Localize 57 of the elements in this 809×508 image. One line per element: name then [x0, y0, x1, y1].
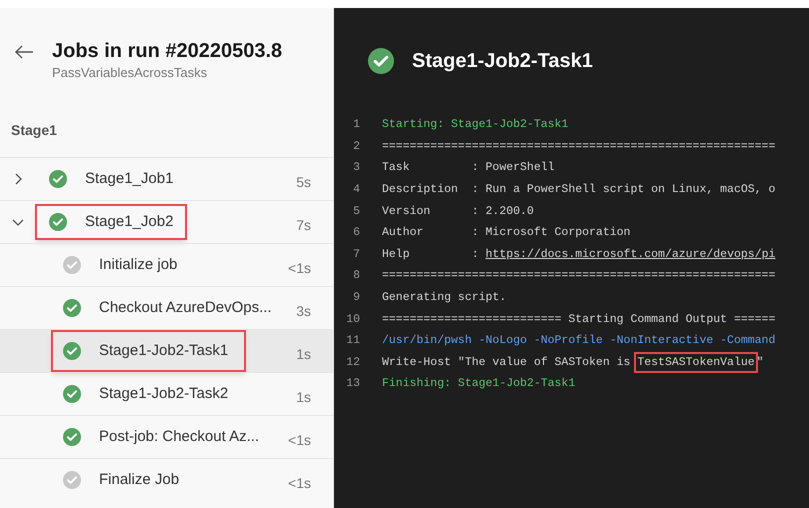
- line-number: 8: [352, 268, 361, 284]
- line-number: 12: [345, 354, 361, 371]
- line-number: 6: [352, 225, 361, 242]
- job-duration: 5s: [296, 172, 311, 192]
- log-line: =========================================================: [382, 268, 776, 284]
- help-link[interactable]: https://docs.microsoft.com/azure/devops/pi: [486, 246, 776, 263]
- pipeline-name: PassVariablesAcrossTasks: [52, 64, 208, 82]
- job-name: Stage1_Job1: [85, 168, 174, 189]
- task-duration: 3s: [296, 302, 311, 320]
- task-name: Stage1-Job2-Task2: [99, 384, 228, 404]
- log-line: /usr/bin/pwsh -NoLogo -NoProfile -NonInteractive -Command: [382, 333, 776, 350]
- task-duration: <1s: [288, 474, 311, 492]
- task-duration: <1s: [288, 430, 311, 450]
- task-row[interactable]: Post-job: Checkout Az... <1s: [0, 415, 333, 458]
- line-number: 3: [352, 160, 361, 176]
- log-line: Description : Run a PowerShell script on Linux, macOS, o: [382, 182, 776, 198]
- highlighted-value: TestSASTokenValue: [634, 352, 758, 373]
- line-number: 7: [352, 246, 361, 263]
- log-line: Task : PowerShell: [382, 160, 555, 176]
- job-row[interactable]: Stage1_Job2 7s: [0, 200, 333, 243]
- task-row[interactable]: Finalize Job <1s: [0, 458, 333, 501]
- job-name: Stage1_Job2: [85, 212, 174, 232]
- task-duration: <1s: [288, 258, 311, 278]
- log-line: =========================================================: [382, 138, 776, 155]
- log-line: Generating script.: [382, 290, 506, 306]
- line-number: 1: [352, 117, 361, 134]
- task-row[interactable]: Initialize job <1s: [0, 243, 333, 286]
- log-line: Help :: [382, 246, 480, 263]
- back-arrow-icon[interactable]: [14, 44, 34, 60]
- log-line: Finishing: Stage1-Job2-Task1: [382, 376, 576, 392]
- line-number: 13: [345, 376, 361, 392]
- log-line: Version : 2.200.0: [382, 204, 534, 220]
- job-duration: 7s: [296, 216, 311, 234]
- task-row[interactable]: Stage1-Job2-Task2 1s: [0, 372, 333, 415]
- line-number: 4: [352, 182, 361, 198]
- log-line: Starting: Stage1-Job2-Task1: [382, 117, 568, 134]
- task-name: Post-job: Checkout Az...: [99, 426, 260, 447]
- task-name: Checkout AzureDevOps...: [99, 298, 272, 318]
- line-number: 10: [345, 312, 361, 328]
- task-duration: 1s: [296, 344, 311, 364]
- line-number: 9: [352, 290, 361, 306]
- log-title: Stage1-Job2-Task1: [412, 49, 593, 74]
- page-title: Jobs in run #20220503.8: [52, 39, 282, 64]
- line-number: 5: [352, 204, 361, 220]
- task-row[interactable]: Stage1-Job2-Task1 1s: [0, 329, 333, 372]
- log-line: Write-Host "The value of SASToken is: [382, 354, 632, 371]
- job-row[interactable]: Stage1_Job1 5s: [0, 157, 333, 200]
- line-number: 2: [352, 138, 361, 155]
- task-name: Finalize Job: [99, 470, 180, 490]
- task-name: Stage1-Job2-Task1: [99, 340, 228, 361]
- task-name: Initialize job: [99, 254, 178, 275]
- stage-label: Stage1: [11, 122, 57, 138]
- log-line: Author : Microsoft Corporation: [382, 225, 630, 242]
- quote-mark: ": [756, 354, 764, 371]
- task-duration: 1s: [296, 388, 311, 406]
- line-number: 11: [345, 333, 361, 350]
- log-line: ========================== Starting Command Output ======: [382, 312, 776, 328]
